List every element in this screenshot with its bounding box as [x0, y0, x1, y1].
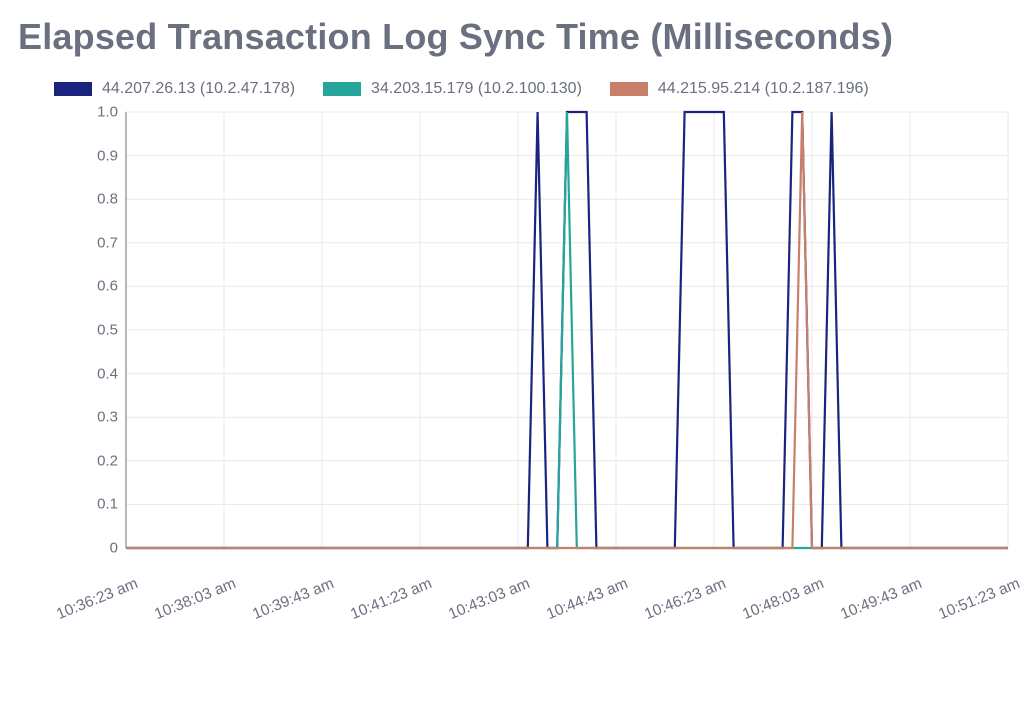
legend-item-series-3[interactable]: 44.215.95.214 (10.2.187.196)	[610, 80, 869, 98]
legend-item-series-1[interactable]: 44.207.26.13 (10.2.47.178)	[54, 80, 295, 98]
swatch-series-1	[54, 82, 92, 96]
swatch-series-2	[323, 82, 361, 96]
y-tick-label: 0.3	[76, 409, 118, 426]
x-tick-label: 10:44:43 am	[544, 575, 631, 624]
y-tick-label: 0.4	[76, 365, 118, 382]
x-tick-label: 10:38:03 am	[152, 575, 239, 624]
y-tick-label: 0.7	[76, 234, 118, 251]
x-tick-label: 10:51:23 am	[936, 575, 1023, 624]
y-tick-label: 0.9	[76, 147, 118, 164]
legend-label-series-3: 44.215.95.214 (10.2.187.196)	[658, 80, 869, 98]
x-tick-label: 10:36:23 am	[54, 575, 141, 624]
x-axis-labels: 10:36:23 am10:38:03 am10:39:43 am10:41:2…	[66, 571, 1026, 631]
x-tick-label: 10:41:23 am	[348, 575, 435, 624]
y-tick-label: 1.0	[76, 104, 118, 121]
chart-svg[interactable]	[66, 106, 1026, 566]
legend-item-series-2[interactable]: 34.203.15.179 (10.2.100.130)	[323, 80, 582, 98]
y-tick-label: 0.1	[76, 496, 118, 513]
chart-title: Elapsed Transaction Log Sync Time (Milli…	[18, 16, 1012, 58]
y-tick-label: 0	[76, 540, 118, 557]
x-tick-label: 10:49:43 am	[838, 575, 925, 624]
legend-label-series-2: 34.203.15.179 (10.2.100.130)	[371, 80, 582, 98]
x-tick-label: 10:39:43 am	[250, 575, 337, 624]
legend-label-series-1: 44.207.26.13 (10.2.47.178)	[102, 80, 295, 98]
x-tick-label: 10:46:23 am	[642, 575, 729, 624]
x-tick-label: 10:43:03 am	[446, 575, 533, 624]
plot-area: 00.10.20.30.40.50.60.70.80.91.0 10:36:23…	[66, 106, 1012, 631]
y-tick-label: 0.5	[76, 322, 118, 339]
swatch-series-3	[610, 82, 648, 96]
y-tick-label: 0.8	[76, 191, 118, 208]
x-tick-label: 10:48:03 am	[740, 575, 827, 624]
y-tick-label: 0.2	[76, 452, 118, 469]
legend: 44.207.26.13 (10.2.47.178) 34.203.15.179…	[54, 80, 1012, 98]
y-tick-label: 0.6	[76, 278, 118, 295]
